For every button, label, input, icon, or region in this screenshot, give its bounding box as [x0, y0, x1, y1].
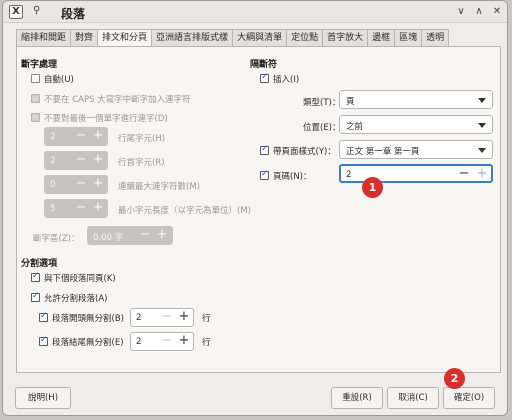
plus-icon[interactable]: + [177, 309, 191, 326]
zone-stepper[interactable]: 0.00 字 − + [87, 226, 173, 245]
page-style-label: 帶頁面樣式(Y)： [273, 147, 336, 157]
breaks-heading: 隔斷符 [250, 60, 278, 70]
max-hyphens-label: 連續最大連字符數(M) [118, 182, 200, 192]
orphan-label: 段落開頭無分割(B) [52, 314, 124, 324]
line-end-value: 2 [50, 132, 56, 142]
chevron-down-icon [478, 148, 486, 153]
plus-icon[interactable]: + [91, 200, 105, 217]
widow-stepper[interactable]: 2 − + [130, 332, 194, 351]
pin-icon[interactable]: ⚲ [33, 5, 40, 16]
annotation-badge-2: 2 [444, 368, 465, 389]
minus-icon[interactable]: − [74, 176, 88, 193]
cancel-button[interactable]: 取消(C) [387, 387, 439, 409]
last-word-label: 不要對最後一個單字進行連字(D) [44, 114, 168, 124]
paragraph-dialog: X ⚲ 段落 ∨ ∧ ✕ 縮排和間距 對齊 排文和分頁 亞洲語言排版式樣 大綱與… [2, 0, 508, 416]
line-begin-label: 行首字元(R) [118, 158, 165, 168]
tab-borders[interactable]: 邊框 [367, 29, 395, 47]
zone-label: 斷字區(Z)： [33, 234, 80, 244]
plus-icon[interactable]: + [91, 128, 105, 145]
line-end-stepper[interactable]: 2 − + [44, 127, 108, 146]
page-number-value: 2 [346, 170, 352, 180]
tab-indents-spacing[interactable]: 縮排和間距 [16, 29, 71, 47]
annotation-badge-1: 1 [362, 177, 383, 198]
line-begin-value: 2 [50, 156, 56, 166]
orphan-stepper[interactable]: 2 − + [130, 308, 194, 327]
orphan-unit: 行 [202, 314, 211, 324]
min-word-stepper[interactable]: 5 − + [44, 199, 108, 218]
plus-icon[interactable]: + [91, 152, 105, 169]
close-icon[interactable]: ✕ [491, 6, 503, 18]
break-position-value: 之前 [346, 122, 364, 132]
minus-icon[interactable]: − [74, 200, 88, 217]
min-word-label: 最小字元長度（以字元為單位）(M) [118, 206, 251, 216]
minus-icon[interactable]: − [74, 128, 88, 145]
orphan-value: 2 [136, 313, 142, 323]
app-icon: X [9, 5, 23, 19]
last-word-checkbox[interactable] [31, 113, 40, 122]
page-number-label: 頁碼(N)： [273, 172, 312, 182]
minus-icon[interactable]: − [160, 309, 174, 326]
widow-label: 段落結尾無分割(E) [52, 338, 124, 348]
zone-value: 0.00 字 [93, 233, 124, 243]
caps-checkbox[interactable] [31, 94, 40, 103]
page-style-select[interactable]: 正文 第一章 第一頁 [339, 140, 493, 159]
tab-transparency[interactable]: 透明 [421, 29, 450, 47]
keep-with-next-checkbox[interactable] [31, 271, 40, 282]
page-style-value: 正文 第一章 第一頁 [346, 147, 420, 157]
break-type-label: 類型(T)： [303, 98, 341, 108]
tab-asian-typography[interactable]: 亞洲語言排版式樣 [151, 29, 233, 47]
plus-icon[interactable]: + [91, 176, 105, 193]
page-number-stepper[interactable]: 2 − + [339, 164, 493, 183]
title-bar: X ⚲ 段落 ∨ ∧ ✕ [3, 1, 507, 23]
tab-outline-list[interactable]: 大綱與清單 [232, 29, 287, 47]
keep-with-next-label: 與下個段落同頁(K) [44, 274, 116, 284]
split-heading: 分割選項 [21, 259, 58, 269]
minimize-icon[interactable]: ∨ [455, 6, 467, 18]
break-type-select[interactable]: 頁 [339, 90, 493, 109]
page-number-checkbox[interactable] [260, 169, 269, 180]
min-word-value: 5 [50, 204, 56, 214]
help-button[interactable]: 說明(H) [15, 387, 71, 409]
ok-button[interactable]: 確定(O) [443, 387, 495, 409]
max-hyphens-stepper[interactable]: 0 − + [44, 175, 108, 194]
minus-icon[interactable]: − [138, 227, 152, 244]
widow-unit: 行 [202, 338, 211, 348]
break-position-label: 位置(E)： [303, 123, 341, 133]
widow-checkbox[interactable] [39, 335, 48, 346]
hyphenation-heading: 斷字處理 [21, 60, 58, 70]
allow-split-label: 允許分割段落(A) [44, 294, 108, 304]
hyphenation-auto-label: 自動(U) [44, 75, 74, 85]
minus-icon[interactable]: − [457, 166, 471, 183]
minus-icon[interactable]: − [74, 152, 88, 169]
tab-tabs[interactable]: 定位點 [286, 29, 323, 47]
plus-icon[interactable]: + [155, 227, 169, 244]
orphan-checkbox[interactable] [39, 311, 48, 322]
line-begin-stepper[interactable]: 2 − + [44, 151, 108, 170]
line-end-label: 行尾字元(H) [118, 134, 166, 144]
break-position-select[interactable]: 之前 [339, 115, 493, 134]
hyphenation-auto-checkbox[interactable] [31, 74, 40, 83]
tab-alignment[interactable]: 對齊 [70, 29, 98, 47]
break-type-value: 頁 [346, 97, 355, 107]
insert-break-checkbox[interactable] [260, 72, 269, 83]
chevron-down-icon [478, 123, 486, 128]
tab-drop-caps[interactable]: 首字放大 [322, 29, 368, 47]
reset-button[interactable]: 重設(R) [331, 387, 383, 409]
plus-icon[interactable]: + [475, 166, 489, 183]
widow-value: 2 [136, 337, 142, 347]
plus-icon[interactable]: + [177, 333, 191, 350]
page-style-checkbox[interactable] [260, 144, 269, 155]
max-hyphens-value: 0 [50, 180, 56, 190]
tab-bar: 縮排和間距 對齊 排文和分頁 亞洲語言排版式樣 大綱與清單 定位點 首字放大 邊… [16, 29, 450, 48]
caps-label: 不要在 CAPS 大寫字中斷字加入連字符 [44, 95, 191, 105]
maximize-icon[interactable]: ∧ [473, 6, 485, 18]
insert-break-label: 插入(I) [273, 75, 300, 85]
text-flow-panel: 斷字處理 自動(U) 不要在 CAPS 大寫字中斷字加入連字符 不要對最後一個單… [16, 46, 501, 373]
tab-area[interactable]: 區塊 [394, 29, 422, 47]
allow-split-checkbox[interactable] [31, 291, 40, 302]
window-title: 段落 [61, 7, 86, 21]
minus-icon[interactable]: − [160, 333, 174, 350]
chevron-down-icon [478, 98, 486, 103]
